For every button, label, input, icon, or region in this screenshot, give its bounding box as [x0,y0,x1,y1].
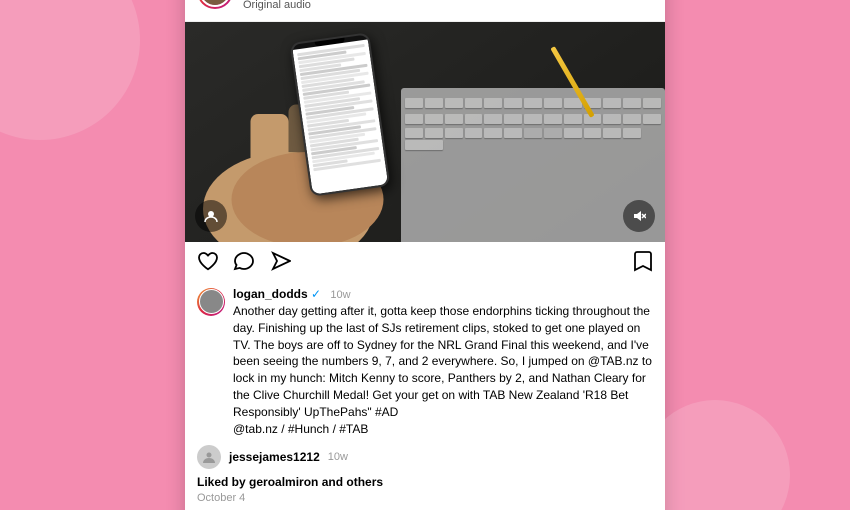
post-date: October 4 [185,491,665,510]
action-bar [185,242,665,286]
bottom-right-controls [623,200,655,232]
caption-time: 10w [330,289,350,301]
header-info: logan_dodds ✓ • Follow Paid partnership … [243,0,623,11]
comment-time: 10w [328,451,348,463]
caption-tags[interactable]: @tab.nz / #Hunch / #TAB [233,422,368,436]
comment-row: jessejames1212 10w [185,441,665,473]
like-button[interactable] [197,250,219,278]
caption-verified: ✓ [311,287,321,301]
commenter-avatar [197,445,221,469]
bottom-left-controls [195,200,227,232]
caption-text: logan_dodds ✓ 10w Another day getting af… [233,286,653,438]
caption-body: Another day getting after it, gotta keep… [233,304,652,419]
profile-icon-button[interactable] [195,200,227,232]
profile-avatar-ring [197,0,233,9]
bookmark-button[interactable] [633,250,653,278]
comment-button[interactable] [233,250,255,278]
original-audio: Original audio [243,0,623,11]
mute-button[interactable] [623,200,655,232]
share-button[interactable] [269,250,291,278]
post-header: logan_dodds ✓ • Follow Paid partnership … [185,0,665,22]
phone-scene [185,22,665,242]
more-options-button[interactable]: ••• [623,0,653,2]
caption-username[interactable]: logan_dodds [233,287,308,301]
likes-text: Liked by geroalmiron and others [185,473,665,491]
caption-area: logan_dodds ✓ 10w Another day getting af… [185,286,665,442]
caption-avatar [197,288,225,316]
instagram-post: logan_dodds ✓ • Follow Paid partnership … [185,0,665,510]
post-image [185,22,665,242]
caption-row: logan_dodds ✓ 10w Another day getting af… [197,286,653,438]
avatar-image [201,0,229,5]
commenter-username[interactable]: jessejames1212 [229,450,320,464]
